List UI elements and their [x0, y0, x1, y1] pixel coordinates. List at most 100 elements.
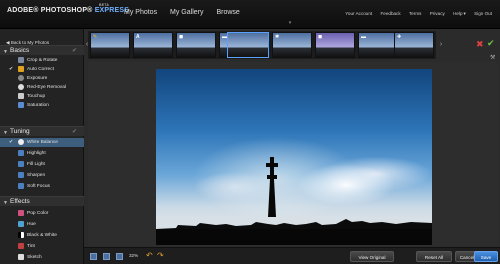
checkmark-icon: ✔	[71, 48, 77, 54]
soft-focus-icon	[18, 183, 24, 189]
filmstrip-thumb-selected[interactable]	[227, 32, 269, 58]
radio-tower	[266, 157, 278, 217]
tool-black-white[interactable]: Black & White	[0, 231, 84, 240]
tool-fill-light[interactable]: Fill Light	[0, 160, 84, 169]
section-title: Tuning	[10, 128, 30, 135]
zoom-icon[interactable]	[116, 253, 123, 260]
filmstrip-thumb[interactable]: ◼	[176, 32, 216, 58]
save-button[interactable]: Save	[474, 251, 498, 262]
tool-label: Fill Light	[27, 162, 45, 167]
filmstrip-thumb[interactable]: ✱	[272, 32, 312, 58]
variant-icon: ✱	[275, 34, 280, 40]
saturation-icon	[18, 102, 24, 108]
nav-my-photos[interactable]: My Photos	[124, 9, 157, 16]
link-terms[interactable]: Terms	[409, 11, 422, 16]
sharpen-icon	[18, 172, 24, 178]
fill-light-icon	[18, 161, 24, 167]
filmstrip-thumb[interactable]: ◼	[315, 32, 355, 58]
link-help[interactable]: Help	[453, 11, 462, 16]
tool-hue[interactable]: Hue	[0, 220, 84, 229]
edited-photo[interactable]	[156, 69, 432, 245]
photo-foreground	[156, 229, 432, 245]
tool-soft-focus[interactable]: Soft Focus	[0, 182, 84, 191]
crop-icon	[18, 57, 24, 63]
section-tuning[interactable]: ▼ Tuning ✔	[0, 126, 84, 136]
account-links: Your Account Feedback Terms Privacy Help…	[338, 11, 492, 17]
app-logo: ADOBE® PHOTOSHOP® EXPRESS BETA	[7, 3, 129, 14]
section-effects[interactable]: ▼ Effects	[0, 196, 84, 206]
filmstrip-next-icon[interactable]: ›	[438, 38, 444, 52]
variant-icon: ◼	[318, 34, 323, 40]
actual-size-icon[interactable]	[103, 253, 110, 260]
tool-white-balance[interactable]: ✔ White Balance	[0, 138, 84, 147]
section-title: Effects	[10, 198, 30, 205]
tool-auto-correct[interactable]: ✔ Auto Correct	[0, 65, 84, 74]
tool-label: Black & White	[27, 233, 57, 238]
variant-icon: ◼	[179, 34, 184, 40]
tool-label: Tint	[27, 244, 35, 249]
tool-label: Soft Focus	[27, 184, 50, 189]
filmstrip: ✎ A ◼ ▬ ✱ ◼ ▬ ✚	[88, 31, 436, 59]
reset-all-button[interactable]: Reset All	[416, 251, 452, 262]
fit-view-icon[interactable]	[90, 253, 97, 260]
filmstrip-thumb[interactable]: ✎	[90, 32, 130, 58]
tool-sketch[interactable]: Sketch	[0, 253, 84, 262]
tool-label: Sharpen	[27, 173, 46, 178]
filmstrip-thumb[interactable]: A	[133, 32, 173, 58]
view-original-button[interactable]: View Original	[350, 251, 394, 262]
help-chevron-icon[interactable]: ▾	[464, 11, 466, 16]
pop-color-icon	[18, 210, 24, 216]
tool-options-icon[interactable]: ⚒	[490, 54, 495, 61]
tool-label: Touchup	[27, 94, 46, 99]
undo-icon[interactable]: ↶	[146, 251, 153, 260]
link-privacy[interactable]: Privacy	[430, 11, 445, 16]
collapse-filmstrip-icon[interactable]: ▾	[287, 21, 293, 26]
tool-red-eye[interactable]: Red-Eye Removal	[0, 83, 84, 92]
link-feedback[interactable]: Feedback	[380, 11, 400, 16]
exposure-icon	[18, 75, 24, 81]
variant-icon: ▬	[361, 34, 366, 40]
tool-highlight[interactable]: Highlight	[0, 149, 84, 158]
tool-label: Red-Eye Removal	[27, 85, 66, 90]
tool-pop-color[interactable]: Pop Color	[0, 209, 84, 218]
expand-triangle-icon: ▼	[3, 49, 8, 55]
tool-crop-rotate[interactable]: Crop & Rotate	[0, 56, 84, 65]
tint-icon	[18, 243, 24, 249]
nav-browse[interactable]: Browse	[216, 9, 239, 16]
filmstrip-thumb[interactable]: ▬	[358, 32, 398, 58]
tool-label: Auto Correct	[27, 67, 54, 72]
hand-icon	[18, 93, 24, 99]
link-sign-out[interactable]: Sign Out	[474, 11, 492, 16]
tool-label: White Balance	[27, 140, 58, 145]
top-bar: ADOBE® PHOTOSHOP® EXPRESS BETA My Photos…	[0, 0, 500, 29]
tool-label: Highlight	[27, 151, 46, 156]
apply-edit-icon[interactable]: ✔	[487, 38, 495, 49]
tool-touchup[interactable]: Touchup	[0, 92, 84, 101]
tool-label: Hue	[27, 222, 36, 227]
cancel-edit-icon[interactable]: ✖	[476, 39, 484, 50]
redo-icon[interactable]: ↷	[157, 251, 164, 260]
highlight-icon	[18, 150, 24, 156]
section-basics[interactable]: ▼ Basics ✔	[0, 45, 84, 55]
bottom-toolbar: 32% ↶ ↷ View Original Reset All Cancel S…	[84, 247, 500, 264]
expand-triangle-icon: ▼	[3, 130, 8, 136]
tool-exposure[interactable]: Exposure	[0, 74, 84, 83]
applied-check-icon: ✔	[9, 66, 14, 72]
section-title: Basics	[10, 47, 30, 54]
link-your-account[interactable]: Your Account	[345, 11, 372, 16]
tool-label: Sketch	[27, 255, 42, 260]
tool-sharpen[interactable]: Sharpen	[0, 171, 84, 180]
filmstrip-thumb[interactable]: ✚	[394, 32, 434, 58]
nav-my-gallery[interactable]: My Gallery	[170, 9, 203, 16]
logo-text: ADOBE® PHOTOSHOP®	[7, 7, 95, 14]
tool-label: Saturation	[27, 103, 49, 108]
white-balance-icon	[18, 139, 24, 145]
wand-icon	[18, 66, 24, 72]
tool-saturation[interactable]: Saturation	[0, 101, 84, 110]
tool-label: Crop & Rotate	[27, 58, 58, 63]
beta-badge: BETA	[99, 3, 110, 7]
tool-tint[interactable]: Tint	[0, 242, 84, 251]
expand-triangle-icon: ▼	[3, 200, 8, 206]
black-white-icon	[18, 232, 24, 238]
zoom-level: 32%	[129, 253, 139, 258]
